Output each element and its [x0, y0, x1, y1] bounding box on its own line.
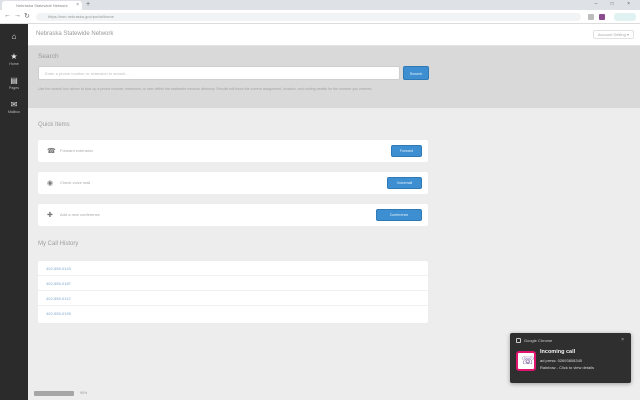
file-icon: ▤ [10, 76, 18, 85]
search-panel: Search Search Use the search box above t… [28, 46, 640, 108]
call-history-list: 402-555-0143 402-555-0187 402-555-0112 4… [38, 261, 428, 323]
sidebar-item-home[interactable]: ⌂ [0, 32, 28, 41]
extension-icon[interactable] [588, 14, 594, 20]
user-menu[interactable]: Account Setting ▾ [592, 30, 634, 39]
list-item: 402-555-0199 [38, 306, 428, 321]
window-controls[interactable]: – □ × [595, 1, 637, 7]
notification-caller: ad press: 02693808345 [540, 358, 583, 363]
tab-title: Nebraska Statewide Network [16, 3, 68, 8]
quick-item-card: ◉ Check voice mail Voicemail [38, 172, 428, 194]
notification-app-name: Google Chrome [524, 338, 553, 343]
close-icon[interactable]: × [76, 2, 79, 8]
reload-icon[interactable]: ↻ [24, 12, 30, 20]
browser-tab[interactable]: Nebraska Statewide Network × [2, 1, 82, 10]
call-history-title: My Call History [38, 241, 79, 247]
chrome-icon [516, 338, 521, 343]
sidebar-item-label: Home [9, 62, 19, 66]
call-history-link[interactable]: 402-555-0143 [46, 266, 71, 271]
home-icon: ⌂ [11, 32, 17, 41]
quick-items-title: Quick Items [38, 122, 70, 128]
sidebar: ⌂ ★ Home ▤ Pages ✉ Mailbox [0, 24, 28, 400]
back-icon[interactable]: ← [4, 12, 11, 19]
app-logo-icon: ☏ [516, 351, 536, 371]
sidebar-item-label: Mailbox [7, 110, 21, 114]
conference-icon: ✚ [47, 212, 53, 219]
url-text: https://nsn.nebraska.gov/portal/home [48, 14, 114, 19]
search-heading: Search [38, 53, 59, 60]
forward-button[interactable]: Forward [391, 145, 422, 157]
app-header: Nebraska Statewide Network Account Setti… [28, 24, 640, 46]
progress-text: 90% [80, 391, 88, 395]
conference-button[interactable]: Conference [376, 209, 422, 221]
quick-item-label: Add a new conference [60, 212, 100, 217]
search-input[interactable] [38, 66, 400, 80]
call-history-link[interactable]: 402-555-0199 [46, 311, 71, 316]
list-item: 402-555-0112 [38, 291, 428, 306]
sidebar-item-label: Pages [9, 86, 19, 90]
call-history-link[interactable]: 402-555-0112 [46, 296, 71, 301]
mail-icon: ✉ [10, 100, 18, 109]
extension-icon[interactable] [599, 14, 605, 20]
progress-bar [34, 391, 74, 396]
list-item: 402-555-0143 [38, 261, 428, 276]
sidebar-item-mailbox[interactable]: ✉ Mailbox [0, 100, 28, 114]
star-icon: ★ [10, 52, 18, 61]
sidebar-item-pages[interactable]: ▤ Pages [0, 76, 28, 90]
quick-item-label: Check voice mail [60, 180, 91, 185]
voicemail-icon: ◉ [47, 180, 54, 187]
phone-call-icon: ☏ [521, 355, 535, 367]
list-item: 402-555-0187 [38, 276, 428, 291]
phone-icon: ☎ [47, 148, 56, 155]
new-tab-icon[interactable]: + [86, 1, 90, 8]
call-history-link[interactable]: 402-555-0187 [46, 281, 71, 286]
quick-item-label: Forward extension [60, 148, 93, 153]
close-icon[interactable]: × [621, 337, 624, 343]
quick-item-card: ✚ Add a new conference Conference [38, 204, 428, 226]
search-button[interactable]: Search [403, 66, 429, 80]
forward-icon[interactable]: → [14, 12, 21, 19]
browser-toolbar: ← → ↻ https://nsn.nebraska.gov/portal/ho… [0, 10, 640, 24]
sidebar-item-favorites[interactable]: ★ Home [0, 52, 28, 66]
browser-tab-bar: Nebraska Statewide Network × + – □ × [0, 0, 640, 10]
notification-detail: Rainbow - Click to view details [540, 365, 595, 370]
search-help-text: Use the search box above to look up a ph… [38, 87, 373, 91]
profile-button[interactable] [614, 13, 636, 21]
voicemail-button[interactable]: Voicemail [387, 177, 422, 189]
address-bar[interactable]: https://nsn.nebraska.gov/portal/home [36, 13, 581, 21]
notification-title: Incoming call [540, 349, 576, 355]
quick-item-card: ☎ Forward extension Forward [38, 140, 428, 162]
incoming-call-notification[interactable]: Google Chrome × ☏ Incoming call ad press… [510, 333, 631, 383]
page-title: Nebraska Statewide Network [36, 31, 114, 37]
